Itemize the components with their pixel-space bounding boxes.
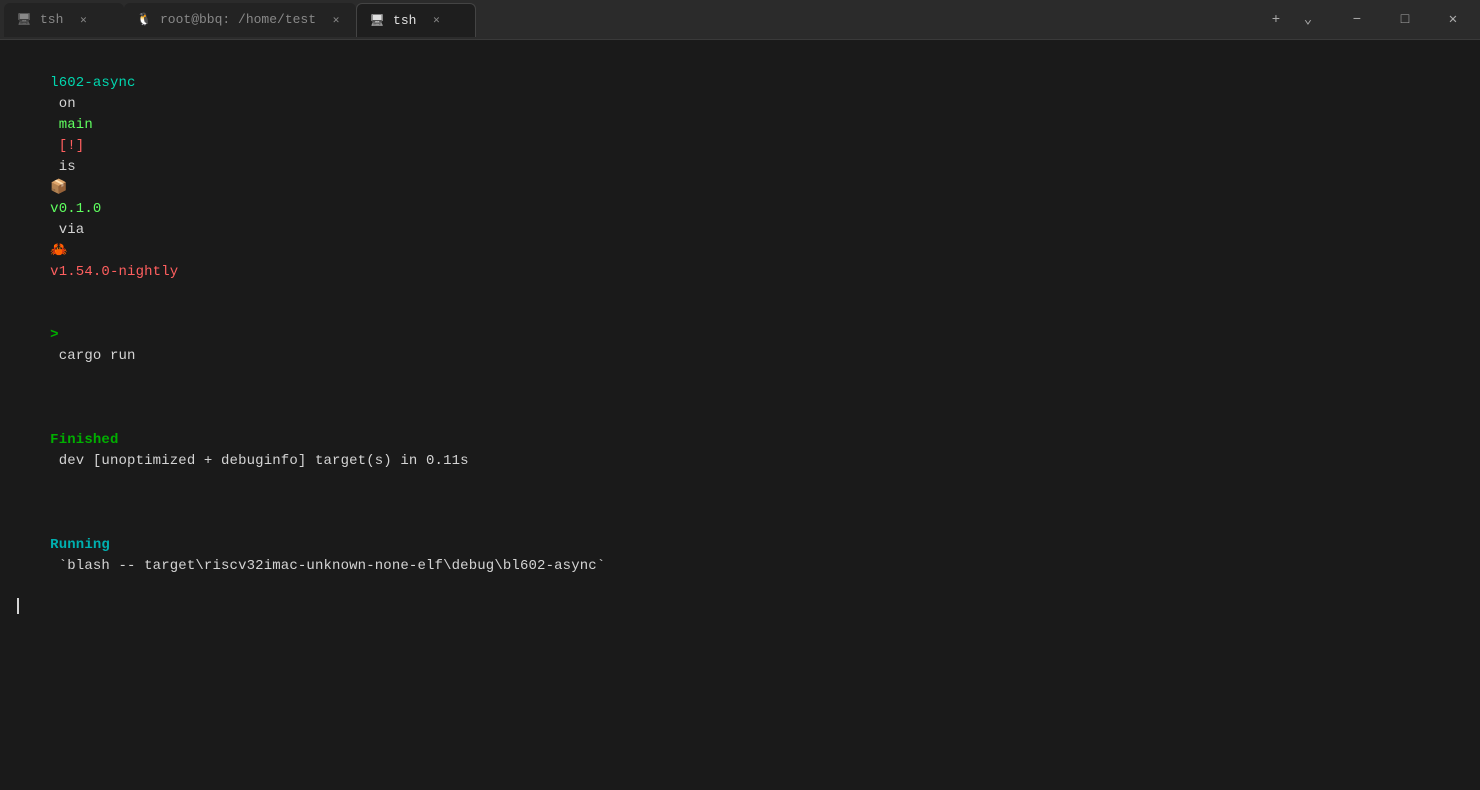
tab-tsh-1[interactable]: 🖥 tsh ✕ — [4, 3, 124, 37]
rust-icon: 🦀 — [50, 243, 68, 259]
tab-label-3: tsh — [393, 13, 416, 28]
rust-version-text: v1.54.0-nightly — [50, 264, 178, 280]
tab-icon-2: 🐧 — [136, 12, 152, 28]
tab-bar-right: + ⌄ − □ ✕ — [1262, 0, 1476, 40]
close-button[interactable]: ✕ — [1430, 0, 1476, 40]
tab-label-1: tsh — [40, 12, 63, 27]
prompt-arrow: > — [50, 327, 59, 343]
tab-root-bbq[interactable]: 🐧 root@bbq: /home/test ✕ — [124, 3, 356, 37]
is-text: is — [50, 159, 84, 175]
version-text: v0.1.0 — [50, 201, 101, 217]
exclamation-mark: [!] — [50, 138, 84, 154]
tab-dropdown-button[interactable]: ⌄ — [1294, 6, 1322, 34]
running-text: `blash -- target\riscv32imac-unknown-non… — [50, 558, 605, 574]
tab-icon-3: 🖥 — [369, 12, 385, 28]
minimize-button[interactable]: − — [1334, 0, 1380, 40]
tab-bar: 🖥 tsh ✕ 🐧 root@bbq: /home/test ✕ 🖥 tsh ✕… — [0, 0, 1480, 40]
command-text: cargo run — [50, 348, 135, 364]
tab-close-1[interactable]: ✕ — [75, 12, 91, 28]
maximize-button[interactable]: □ — [1382, 0, 1428, 40]
terminal[interactable]: l602-async on main [!] is 📦 v0.1.0 via 🦀… — [0, 40, 1480, 790]
tab-label-2: root@bbq: /home/test — [160, 12, 316, 27]
new-tab-button[interactable]: + — [1262, 6, 1290, 34]
branch-name: main — [59, 117, 93, 133]
command-line: > cargo run — [16, 304, 1464, 388]
finished-line: Finished dev [unoptimized + debuginfo] t… — [16, 388, 1464, 493]
via-text: via — [50, 222, 93, 238]
tab-icon-1: 🖥 — [16, 12, 32, 28]
window-controls: − □ ✕ — [1334, 0, 1476, 40]
prompt-line: l602-async on main [!] is 📦 v0.1.0 via 🦀… — [16, 52, 1464, 304]
tab-close-3[interactable]: ✕ — [428, 12, 444, 28]
finished-label: Finished — [50, 432, 118, 448]
on-text: on — [50, 96, 84, 112]
project-name: l602-async — [50, 75, 135, 91]
tab-tsh-3[interactable]: 🖥 tsh ✕ — [356, 3, 476, 37]
tab-close-2[interactable]: ✕ — [328, 12, 344, 28]
finished-text: dev [unoptimized + debuginfo] target(s) … — [50, 453, 469, 469]
terminal-cursor — [17, 598, 19, 614]
running-label: Running — [50, 537, 110, 553]
branch-icon — [50, 117, 59, 133]
package-icon: 📦 — [50, 180, 68, 196]
running-line: Running `blash -- target\riscv32imac-unk… — [16, 493, 1464, 598]
cursor-line — [16, 598, 1464, 614]
